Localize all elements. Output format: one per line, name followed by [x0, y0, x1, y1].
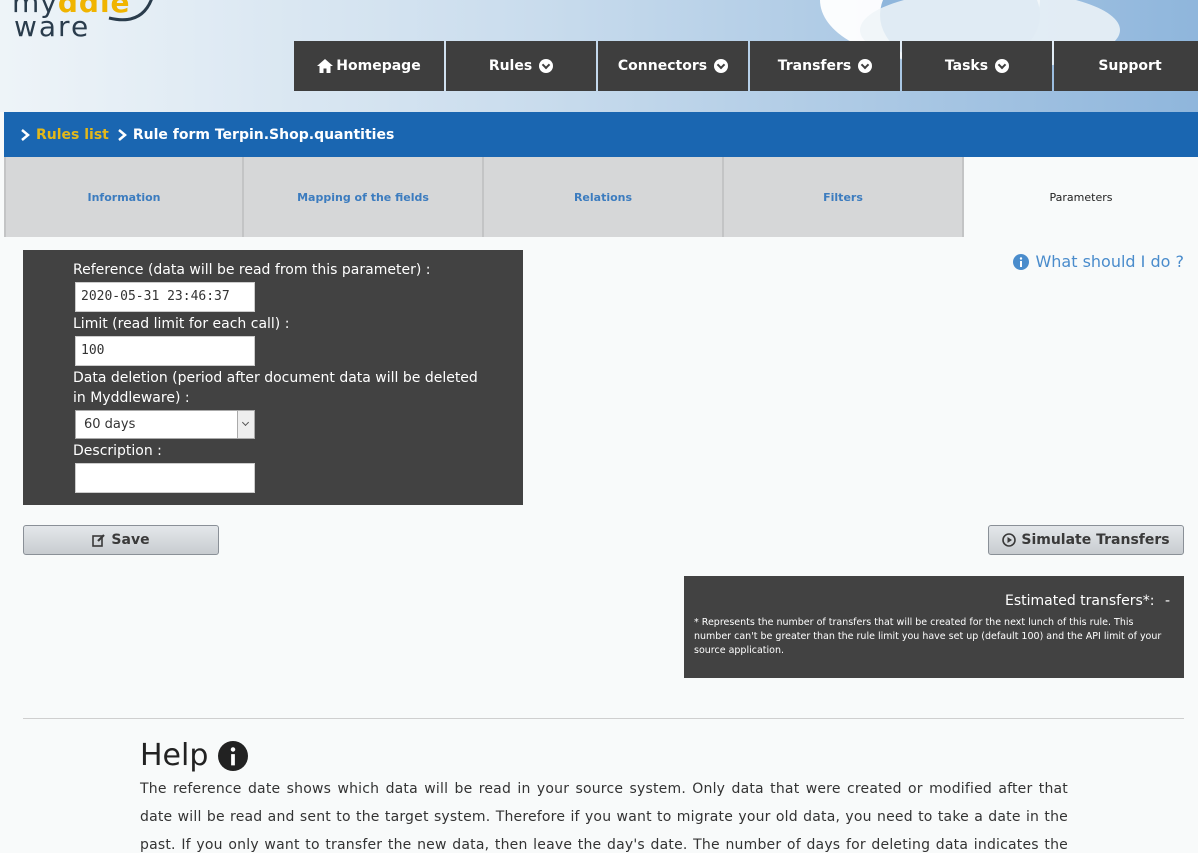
- nav-label: Tasks: [944, 58, 989, 74]
- breadcrumb-current: Rule form Terpin.Shop.quantities: [132, 126, 395, 143]
- help-text: The reference date shows which data will…: [140, 781, 1068, 853]
- nav-connectors[interactable]: Connectors: [598, 41, 748, 91]
- parameters-form: Reference (data will be read from this p…: [23, 250, 523, 505]
- header: myddle ware Homepage Rules Connectors Tr…: [0, 0, 1198, 112]
- logo-swoosh-icon: [108, 0, 153, 22]
- nav-tasks[interactable]: Tasks: [902, 41, 1052, 91]
- deletion-label: Data deletion (period after document dat…: [73, 368, 478, 408]
- tab-filters[interactable]: Filters: [724, 157, 964, 237]
- chevron-down-icon: [995, 59, 1010, 73]
- deletion-label-line2: in Myddleware) :: [73, 390, 190, 406]
- estimate-label: Estimated transfers*:: [1005, 593, 1155, 609]
- description-label: Description :: [73, 443, 162, 459]
- home-icon: [317, 59, 334, 73]
- nav-label: Transfers: [777, 58, 852, 74]
- estimated-transfers-panel: Estimated transfers*: - * Represents the…: [684, 576, 1184, 678]
- tab-parameters[interactable]: Parameters: [964, 157, 1198, 237]
- nav-homepage[interactable]: Homepage: [294, 41, 444, 91]
- estimate-value: -: [1164, 593, 1170, 609]
- description-input[interactable]: [75, 463, 255, 493]
- nav-label: Homepage: [336, 58, 421, 74]
- tab-information[interactable]: Information: [4, 157, 244, 237]
- nav-rules[interactable]: Rules: [446, 41, 596, 91]
- estimated-transfers-title: Estimated transfers*: -: [1005, 593, 1170, 609]
- dropdown-arrow-icon: [237, 411, 254, 438]
- limit-input[interactable]: 100: [75, 336, 255, 366]
- limit-label: Limit (read limit for each call) :: [73, 316, 290, 332]
- tab-relations[interactable]: Relations: [484, 157, 724, 237]
- chevron-down-icon: [714, 59, 729, 73]
- nav-support[interactable]: Support: [1054, 41, 1198, 91]
- edit-icon: [92, 533, 106, 547]
- reference-label: Reference (data will be read from this p…: [73, 262, 431, 278]
- tab-mapping-fields[interactable]: Mapping of the fields: [244, 157, 484, 237]
- logo-line2: ware: [14, 10, 91, 43]
- logo[interactable]: myddle ware: [12, 0, 162, 46]
- estimate-note: * Represents the number of transfers tha…: [694, 617, 1162, 656]
- simulate-label: Simulate Transfers: [1021, 532, 1170, 548]
- what-link-label: What should I do ?: [1035, 252, 1184, 271]
- deletion-select[interactable]: 60 days: [75, 410, 255, 439]
- nav-transfers[interactable]: Transfers: [750, 41, 900, 91]
- play-circle-icon: [1002, 533, 1017, 547]
- what-should-i-do-link[interactable]: What should I do ?: [1013, 252, 1184, 271]
- simulate-transfers-button[interactable]: Simulate Transfers: [988, 525, 1184, 555]
- nav-label: Rules: [488, 58, 533, 74]
- rule-tabs: Information Mapping of the fields Relati…: [4, 157, 1198, 237]
- help-title: Help: [140, 738, 209, 773]
- main-nav: Homepage Rules Connectors Transfers Task…: [294, 41, 1198, 91]
- chevron-right-icon: [117, 128, 127, 141]
- divider: [23, 718, 1184, 719]
- info-icon: [218, 740, 249, 771]
- chevron-down-icon: [858, 59, 873, 73]
- save-label: Save: [111, 532, 150, 548]
- nav-label: Support: [1098, 58, 1162, 74]
- breadcrumb-rules-list-link[interactable]: Rules list: [36, 127, 109, 143]
- breadcrumb: Rules list Rule form Terpin.Shop.quantit…: [4, 112, 1198, 157]
- deletion-select-value: 60 days: [84, 417, 136, 432]
- deletion-label-line1: Data deletion (period after document dat…: [73, 370, 478, 386]
- help-heading: Help: [140, 738, 249, 773]
- reference-input[interactable]: 2020-05-31 23:46:37: [75, 282, 255, 312]
- chevron-down-icon: [539, 59, 554, 73]
- chevron-right-icon: [20, 128, 30, 141]
- info-icon: [1013, 253, 1030, 270]
- save-button[interactable]: Save: [23, 525, 219, 555]
- nav-label: Connectors: [617, 58, 708, 74]
